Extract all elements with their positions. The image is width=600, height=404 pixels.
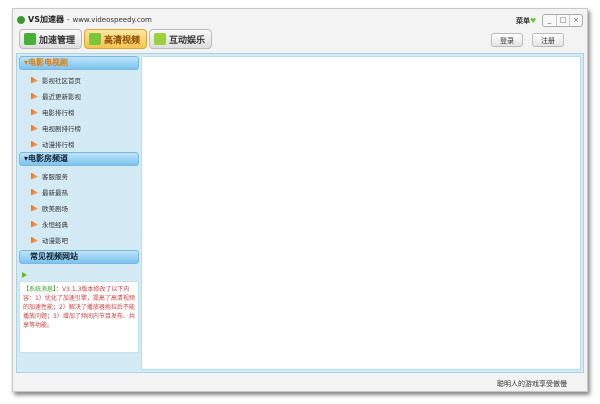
content-panel: ▾电影电视剧 影视社区首页 最近更新影视 电影排行榜 电视剧排行榜 动漫排行榜 … — [16, 53, 584, 373]
sidebar-item[interactable]: 客服服务 — [19, 168, 139, 184]
tab-hd-video[interactable]: 高清视频 — [84, 29, 148, 49]
tab-entertainment[interactable]: 互动娱乐 — [149, 29, 213, 49]
flag-icon — [31, 188, 38, 196]
flag-icon — [31, 236, 38, 244]
register-button[interactable]: 注册 — [532, 33, 564, 47]
film-icon — [89, 33, 102, 45]
status-text: 聪明人的游戏享受傲慢 — [497, 380, 567, 388]
sidebar-group-cinema[interactable]: ▾电影房频道 — [19, 152, 139, 166]
login-button[interactable]: 登录 — [491, 33, 523, 47]
sidebar-item[interactable]: 最新最热 — [19, 184, 139, 200]
sidebar-item[interactable]: 电视剧排行榜 — [19, 120, 139, 136]
flag-icon — [31, 140, 38, 148]
flag-icon — [31, 92, 38, 100]
sidebar-item[interactable]: 动漫影吧 — [19, 232, 139, 248]
download-arrow-icon — [24, 33, 36, 45]
sidebar-item[interactable]: 欧美剧场 — [19, 200, 139, 216]
play-arrow-icon — [22, 272, 27, 278]
maximize-button[interactable]: □ — [556, 15, 569, 26]
app-logo-icon — [17, 15, 25, 24]
flag-icon — [31, 108, 38, 116]
sidebar-item[interactable]: 永恒经典 — [19, 216, 139, 232]
sidebar-item[interactable]: 电影排行榜 — [19, 104, 139, 120]
main-content-area — [141, 56, 581, 370]
title-bar: VS加速器 - www.videospeedy.com — [17, 14, 152, 25]
app-url: www.videospeedy.com — [72, 15, 152, 24]
camera-icon — [154, 33, 167, 45]
app-window: VS加速器 - www.videospeedy.com 菜单♥ _ □ × 加速… — [12, 8, 588, 392]
flag-icon — [31, 172, 38, 180]
menu-button[interactable]: 菜单♥ — [516, 16, 536, 26]
minimize-button[interactable]: _ — [543, 15, 556, 26]
tab-acceleration[interactable]: 加速管理 — [19, 29, 83, 49]
sidebar: ▾电影电视剧 影视社区首页 最近更新影视 电影排行榜 电视剧排行榜 动漫排行榜 … — [19, 56, 139, 370]
app-name: VS加速器 — [28, 15, 64, 24]
sidebar-item[interactable]: 最近更新影视 — [19, 88, 139, 104]
flag-icon — [31, 220, 38, 228]
flag-icon — [31, 204, 38, 212]
system-message: 【系统消息】：V3.1.3版本修改了以下内容：1）优化了加速引擎，提高了高清视频… — [19, 281, 139, 353]
sidebar-group-sites[interactable]: 常见视频网站 — [19, 250, 139, 264]
sidebar-item[interactable]: 动漫排行榜 — [19, 136, 139, 152]
sidebar-item[interactable]: 影视社区首页 — [19, 72, 139, 88]
close-button[interactable]: × — [569, 15, 582, 26]
flag-icon — [31, 124, 38, 132]
window-controls: _ □ × — [542, 14, 583, 27]
main-tabs: 加速管理 高清视频 互动娱乐 — [19, 29, 213, 49]
sidebar-group-tv[interactable]: ▾电影电视剧 — [19, 56, 139, 70]
flag-icon — [31, 76, 38, 84]
